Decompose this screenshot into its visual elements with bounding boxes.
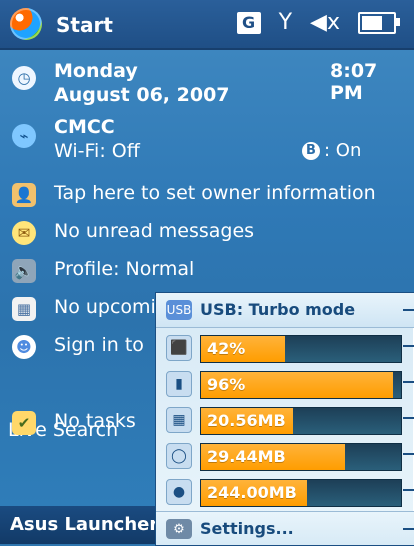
clock-icon: ◷: [12, 66, 36, 90]
usage-bar-label: 96%: [207, 375, 246, 394]
calendar-text: No upcomi: [54, 296, 156, 318]
profile-icon: 🔈: [12, 259, 36, 283]
messages-text: No unread messages: [54, 220, 255, 242]
usage-bar: 244.00MB: [200, 479, 402, 507]
time-text: 8:07 PM: [330, 60, 378, 104]
date-time-row[interactable]: ◷ Monday August 06, 2007 8:07 PM: [0, 56, 414, 112]
asus-launcher-softkey[interactable]: Asus Launcher: [10, 514, 158, 535]
settings-row[interactable]: ⚙ Settings...: [156, 511, 414, 545]
usb-icon: USB: [166, 300, 192, 320]
settings-icon: ⚙: [166, 519, 192, 539]
panel-tick: [403, 453, 414, 455]
battery-status-icon: ▮: [166, 371, 192, 397]
card-icon: ●: [166, 479, 192, 505]
wifi-icon: ⌁: [12, 124, 36, 148]
profile-text: Profile: Normal: [54, 258, 195, 280]
volume-icon[interactable]: ◀x: [310, 10, 340, 35]
usb-mode-row[interactable]: USB USB: Turbo mode: [156, 293, 414, 328]
ram-icon: ▦: [166, 407, 192, 433]
status-bar-row[interactable]: ● 244.00MB: [156, 471, 414, 511]
messages-row[interactable]: ✉ No unread messages: [0, 216, 414, 250]
usage-bar-label: 244.00MB: [207, 483, 297, 502]
messenger-icon: ☻: [12, 335, 36, 359]
date-day: Monday: [54, 60, 138, 82]
tasks-icon: ✔: [12, 411, 36, 435]
usage-bar: 20.56MB: [200, 407, 402, 435]
carrier-name: CMCC: [54, 116, 115, 138]
bluetooth-status-text: : On: [324, 140, 362, 161]
date-full: August 06, 2007: [54, 84, 230, 106]
usage-bar: 42%: [200, 335, 402, 363]
status-bar-row[interactable]: ▦ 20.56MB: [156, 399, 414, 439]
messenger-text: Sign in to: [54, 334, 144, 356]
start-button-label[interactable]: Start: [56, 13, 113, 37]
panel-tick: [403, 345, 414, 347]
profile-row[interactable]: 🔈 Profile: Normal: [0, 254, 414, 288]
status-bar-row[interactable]: ▮ 96%: [156, 363, 414, 403]
panel-tick: [403, 381, 414, 383]
g-network-icon[interactable]: G: [236, 11, 261, 34]
panel-tick: [403, 417, 414, 419]
panel-tick: [403, 528, 414, 530]
bluetooth-icon: B: [302, 141, 320, 160]
owner-icon: 👤: [12, 183, 36, 207]
status-popup-panel: USB USB: Turbo mode ⬛ 42% ▮ 96% ▦ 20.56MB ◯ 29.…: [155, 292, 414, 546]
signal-antenna-icon[interactable]: Y: [279, 10, 292, 35]
status-bar-row[interactable]: ⬛ 42%: [156, 327, 414, 367]
storage-icon: ◯: [166, 443, 192, 469]
usage-bar: 96%: [200, 371, 402, 399]
usage-bar-label: 42%: [207, 339, 246, 358]
battery-icon[interactable]: [358, 11, 400, 34]
network-row[interactable]: ⌁ CMCC Wi-Fi: Off B : On: [0, 114, 414, 170]
top-status-bar: Start G Y ◀x: [0, 0, 414, 50]
tasks-text: No tasks: [54, 410, 136, 432]
usage-bar-label: 20.56MB: [207, 411, 286, 430]
panel-tick: [403, 489, 414, 491]
status-icons: G Y ◀x: [236, 10, 400, 35]
calendar-icon: ▦: [12, 297, 36, 321]
wifi-status: Wi-Fi: Off: [54, 140, 140, 162]
usb-mode-label: USB: Turbo mode: [200, 300, 356, 319]
cpu-icon: ⬛: [166, 335, 192, 361]
messages-icon: ✉: [12, 221, 36, 245]
windows-start-icon[interactable]: [10, 8, 42, 40]
status-bar-row[interactable]: ◯ 29.44MB: [156, 435, 414, 475]
owner-row[interactable]: 👤 Tap here to set owner information: [0, 178, 414, 212]
usage-bar-label: 29.44MB: [207, 447, 286, 466]
owner-text: Tap here to set owner information: [54, 182, 376, 204]
bluetooth-status: B : On: [302, 140, 361, 161]
settings-label: Settings...: [200, 519, 294, 538]
panel-tick: [403, 309, 414, 311]
usage-bar: 29.44MB: [200, 443, 402, 471]
